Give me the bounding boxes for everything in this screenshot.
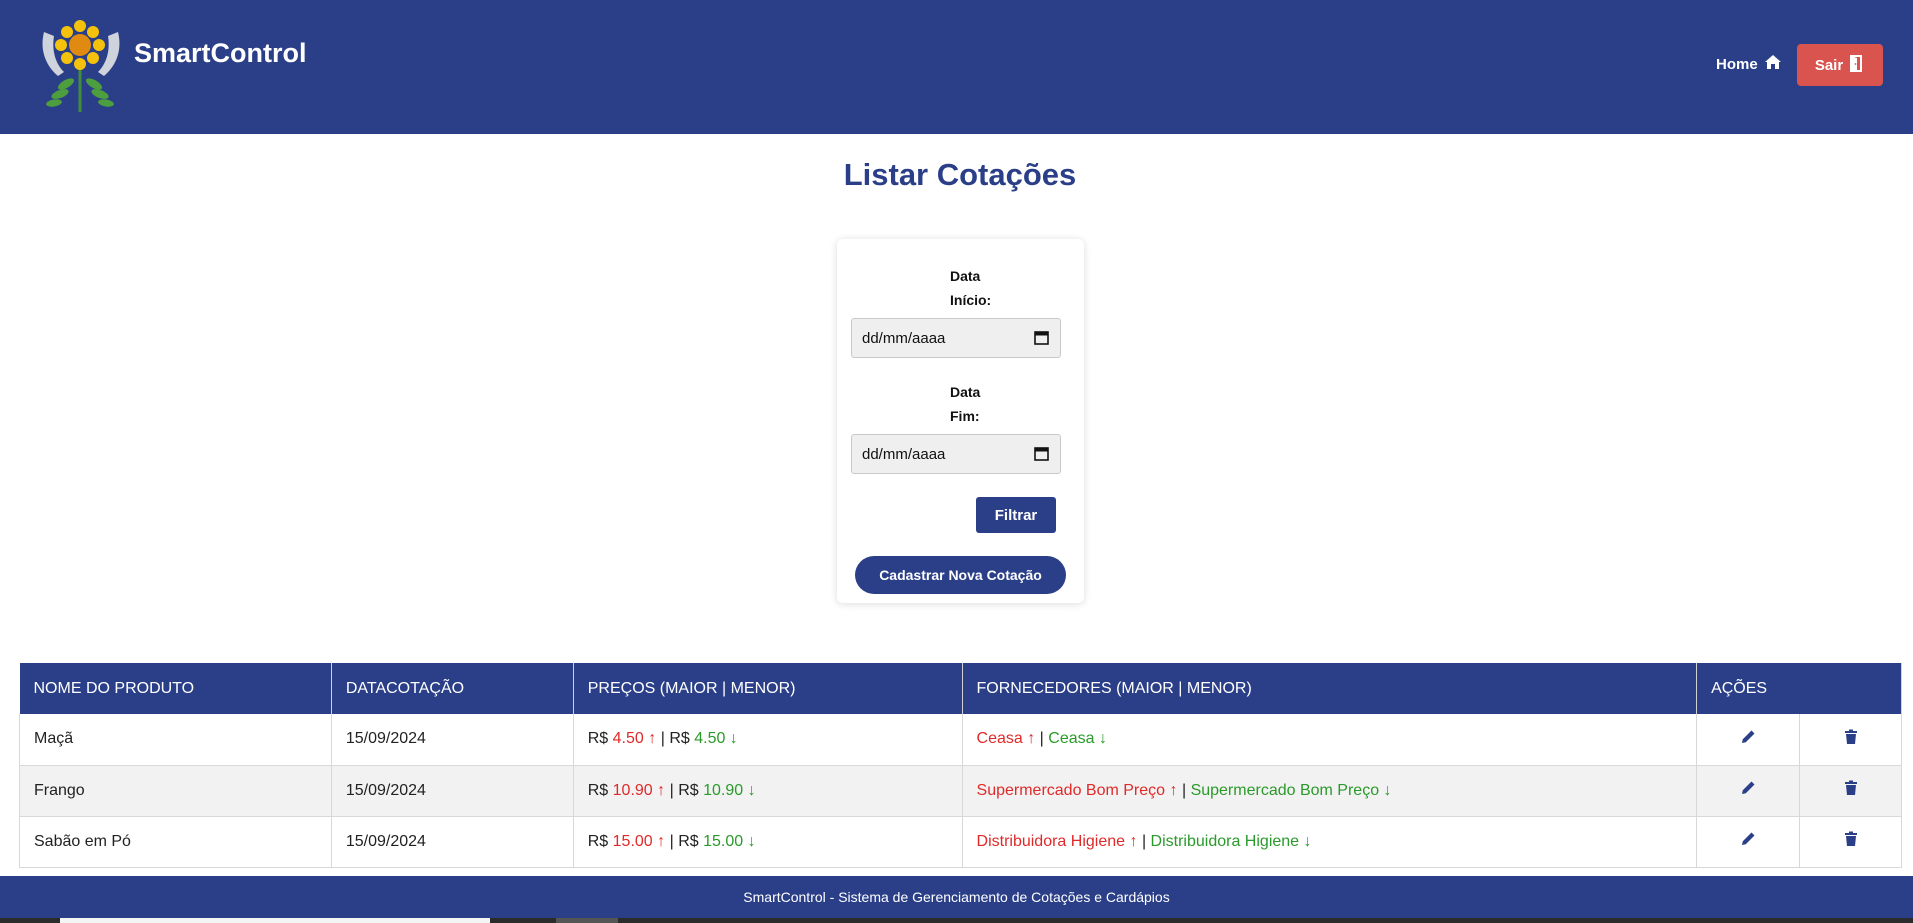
start-date-value: dd/mm/aaaa — [862, 329, 946, 347]
pencil-icon — [1742, 781, 1755, 794]
price-high: 10.90 ↑ — [612, 781, 666, 799]
price-low: 10.90 ↓ — [703, 781, 756, 799]
supplier-high: Ceasa ↑ — [976, 730, 1036, 748]
home-icon — [1764, 54, 1782, 74]
product-name: Frango — [19, 765, 332, 817]
supplier-low: Distribuidora Higiene ↓ — [1150, 832, 1312, 850]
delete-button[interactable] — [1799, 816, 1902, 868]
new-quote-button[interactable]: Cadastrar Nova Cotação — [855, 556, 1066, 594]
trash-icon — [1844, 780, 1857, 795]
col-actions: AÇÕES — [1696, 663, 1902, 714]
top-navbar: SmartControl Home Sair — [0, 0, 1913, 134]
delete-button[interactable] — [1799, 765, 1902, 817]
product-name: Sabão em Pó — [19, 816, 332, 868]
quotes-table: NOME DO PRODUTO DATACOTAÇÃO PREÇOS (MAIO… — [19, 663, 1902, 868]
price-low: 4.50 ↓ — [694, 730, 738, 748]
filter-button[interactable]: Filtrar — [976, 497, 1056, 533]
taskbar-segment — [60, 918, 490, 923]
edit-button[interactable] — [1696, 765, 1801, 817]
price-low: 15.00 ↓ — [703, 832, 756, 850]
door-exit-icon — [1849, 54, 1865, 76]
calendar-icon[interactable] — [1034, 330, 1049, 345]
col-quote-date: DATACOTAÇÃO — [331, 663, 574, 714]
price-high: 15.00 ↑ — [612, 832, 666, 850]
edit-button[interactable] — [1696, 714, 1801, 766]
supplier-range: Ceasa ↑ | Ceasa ↓ — [962, 714, 1698, 766]
page-title: Listar Cotações — [843, 157, 1077, 192]
supplier-high: Distribuidora Higiene ↑ — [976, 832, 1138, 850]
price-range: R$ 15.00 ↑ | R$ 15.00 ↓ — [573, 816, 963, 868]
start-date-input[interactable]: dd/mm/aaaa — [851, 318, 1061, 358]
delete-button[interactable] — [1799, 714, 1902, 766]
product-name: Maçã — [19, 714, 332, 766]
filter-card: Data Início: dd/mm/aaaa Data Fim: dd/mm/… — [837, 239, 1084, 603]
table-header-row: NOME DO PRODUTO DATACOTAÇÃO PREÇOS (MAIO… — [19, 663, 1902, 714]
end-date-label: Data Fim: — [950, 384, 981, 424]
end-date-value: dd/mm/aaaa — [862, 445, 946, 463]
supplier-low: Ceasa ↓ — [1048, 730, 1107, 748]
table-row: Frango 15/09/2024 R$ 10.90 ↑ | R$ 10.90 … — [19, 765, 1902, 817]
trash-icon — [1844, 729, 1857, 744]
supplier-range: Distribuidora Higiene ↑ | Distribuidora … — [962, 816, 1698, 868]
calendar-icon[interactable] — [1034, 446, 1049, 461]
table-row: Sabão em Pó 15/09/2024 R$ 15.00 ↑ | R$ 1… — [19, 816, 1902, 868]
price-range: R$ 10.90 ↑ | R$ 10.90 ↓ — [573, 765, 963, 817]
quote-date: 15/09/2024 — [331, 765, 574, 817]
footer-text: SmartControl - Sistema de Gerenciamento … — [743, 889, 1170, 905]
logout-label: Sair — [1814, 56, 1844, 74]
end-date-input[interactable]: dd/mm/aaaa — [851, 434, 1061, 474]
price-range: R$ 4.50 ↑ | R$ 4.50 ↓ — [573, 714, 963, 766]
table-row: Maçã 15/09/2024 R$ 4.50 ↑ | R$ 4.50 ↓ Ce… — [19, 714, 1902, 766]
home-link[interactable]: Home — [1716, 54, 1782, 74]
supplier-low: Supermercado Bom Preço ↓ — [1190, 781, 1392, 799]
taskbar-strip — [0, 918, 1913, 923]
supplier-range: Supermercado Bom Preço ↑ | Supermercado … — [962, 765, 1698, 817]
home-label: Home — [1716, 55, 1758, 73]
taskbar-segment — [556, 918, 618, 923]
col-prices: PREÇOS (MAIOR | MENOR) — [573, 663, 963, 714]
logout-button[interactable]: Sair — [1797, 44, 1883, 86]
col-product-name: NOME DO PRODUTO — [19, 663, 332, 714]
trash-icon — [1844, 831, 1857, 846]
col-suppliers: FORNECEDORES (MAIOR | MENOR) — [962, 663, 1698, 714]
edit-button[interactable] — [1696, 816, 1801, 868]
footer: SmartControl - Sistema de Gerenciamento … — [0, 876, 1913, 918]
start-date-label: Data Início: — [950, 268, 992, 308]
flower-hands-logo — [36, 14, 126, 114]
price-high: 4.50 ↑ — [612, 730, 657, 748]
brand-name: SmartControl — [134, 38, 307, 68]
quote-date: 15/09/2024 — [331, 816, 574, 868]
pencil-icon — [1742, 730, 1755, 743]
supplier-high: Supermercado Bom Preço ↑ — [976, 781, 1178, 799]
quote-date: 15/09/2024 — [331, 714, 574, 766]
pencil-icon — [1742, 832, 1755, 845]
